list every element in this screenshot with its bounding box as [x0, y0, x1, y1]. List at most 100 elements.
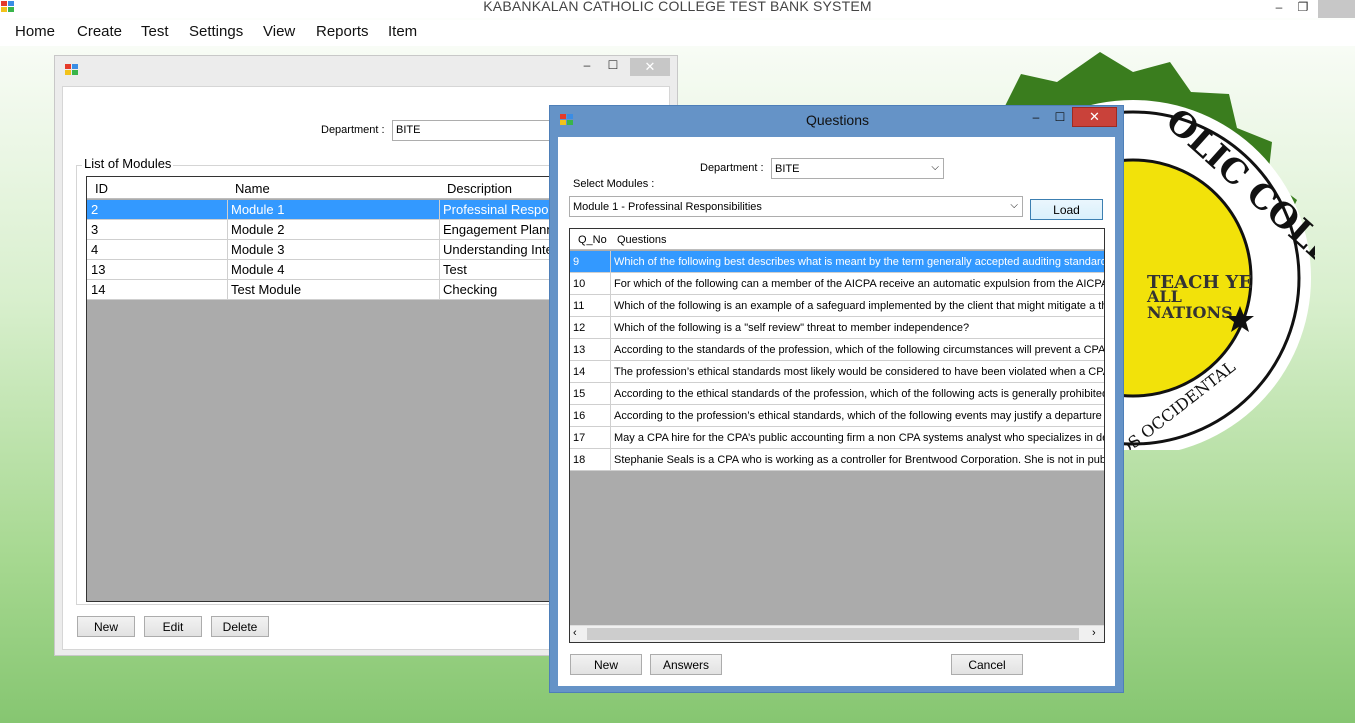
table-cell: 13 — [91, 262, 106, 277]
questions-grid[interactable]: Q_No Questions 9 Which of the following b… — [569, 228, 1105, 643]
chevron-down-icon: ⌵ — [1010, 200, 1018, 211]
column-divider — [439, 200, 440, 220]
column-divider — [610, 295, 611, 317]
app-title: KABANKALAN CATHOLIC COLLEGE TEST BANK SY… — [483, 0, 872, 14]
column-divider — [227, 200, 228, 220]
table-cell: Test Module — [231, 282, 302, 297]
menu-test[interactable]: Test — [141, 23, 169, 40]
column-divider — [439, 260, 440, 280]
scroll-left-icon[interactable]: ‹ — [573, 627, 577, 639]
load-button[interactable]: Load — [1030, 199, 1103, 220]
table-cell: According to the standards of the profes… — [614, 344, 1104, 356]
table-cell: Module 4 — [231, 262, 285, 277]
department-select[interactable]: BITE ⌵ — [771, 158, 944, 179]
maximize-icon[interactable]: ☐ — [605, 58, 621, 74]
delete-button[interactable]: Delete — [211, 616, 269, 637]
table-row[interactable]: 13 Module 4 Test — [87, 260, 605, 280]
group-title: List of Modules — [82, 156, 174, 171]
table-row[interactable]: 2 Module 1 Professinal Responsibilities — [87, 200, 605, 220]
column-divider — [439, 280, 440, 300]
table-row[interactable]: 17 May a CPA hire for the CPA’s public ac… — [570, 427, 1104, 449]
maximize-icon[interactable]: ☐ — [1052, 110, 1068, 126]
column-divider — [610, 449, 611, 471]
column-divider — [439, 220, 440, 240]
select-modules-label: Select Modules : — [573, 178, 655, 190]
new-button[interactable]: New — [77, 616, 135, 637]
column-divider — [227, 240, 228, 260]
menu-settings[interactable]: Settings — [189, 23, 243, 40]
minimize-icon[interactable]: ‒ — [1270, 0, 1288, 16]
minimize-icon[interactable]: ‒ — [579, 58, 595, 74]
menu-reports[interactable]: Reports — [316, 23, 369, 40]
table-cell: Which of the following is an example of … — [614, 300, 1104, 312]
table-row[interactable]: 15 According to the ethical standards of … — [570, 383, 1104, 405]
column-header-name[interactable]: Name — [235, 181, 270, 196]
table-cell: According to the profession’s ethical st… — [614, 410, 1104, 422]
table-row[interactable]: 3 Module 2 Engagement Planning — [87, 220, 605, 240]
app-close-button[interactable] — [1318, 0, 1355, 18]
table-cell: The profession’s ethical standards most … — [614, 366, 1104, 378]
table-cell: Which of the following best describes wh… — [614, 256, 1104, 268]
menu-bar: Home Create Test Settings View Reports I… — [0, 20, 1355, 46]
table-row[interactable]: 13 According to the standards of the prof… — [570, 339, 1104, 361]
column-divider — [610, 273, 611, 295]
column-divider — [227, 220, 228, 240]
table-row[interactable]: 18 Stephanie Seals is a CPA who is workin… — [570, 449, 1104, 471]
table-row[interactable]: 16 According to the profession’s ethical … — [570, 405, 1104, 427]
table-row[interactable]: 14 Test Module Checking — [87, 280, 605, 300]
column-divider — [227, 280, 228, 300]
department-label: Department : — [700, 162, 764, 174]
maximize-icon[interactable]: ❐ — [1294, 0, 1312, 16]
table-cell: 12 — [573, 322, 586, 334]
table-cell: Module 3 — [231, 242, 285, 257]
column-divider — [227, 260, 228, 280]
table-row[interactable]: 11 Which of the following is an example o… — [570, 295, 1104, 317]
table-cell: 9 — [573, 256, 580, 268]
table-cell: 13 — [573, 344, 586, 356]
table-cell: May a CPA hire for the CPA’s public acco… — [614, 432, 1104, 444]
table-cell: According to the ethical standards of th… — [614, 388, 1104, 400]
column-header-id[interactable]: ID — [95, 181, 108, 196]
table-row[interactable]: 12 Which of the following is a "self revi… — [570, 317, 1104, 339]
menu-create[interactable]: Create — [77, 23, 122, 40]
column-divider — [610, 339, 611, 361]
column-divider — [610, 361, 611, 383]
table-cell: 17 — [573, 432, 586, 444]
cancel-button[interactable]: Cancel — [951, 654, 1023, 675]
answers-button[interactable]: Answers — [650, 654, 722, 675]
column-header-questions[interactable]: Questions — [617, 234, 667, 246]
column-divider — [610, 383, 611, 405]
close-button[interactable]: ✕ — [1072, 107, 1117, 127]
scrollbar-thumb[interactable] — [587, 628, 1079, 640]
scroll-right-icon[interactable]: › — [1092, 627, 1096, 639]
minimize-icon[interactable]: ‒ — [1028, 110, 1044, 126]
menu-home[interactable]: Home — [15, 23, 55, 40]
table-cell: 14 — [573, 366, 586, 378]
table-row[interactable]: 14 The profession’s ethical standards mos… — [570, 361, 1104, 383]
modules-grid[interactable]: ID Name Description 2 Module 1 Professinal… — [86, 176, 606, 602]
table-cell: Stephanie Seals is a CPA who is working … — [614, 454, 1104, 466]
table-cell: 11 — [573, 300, 585, 312]
new-button[interactable]: New — [570, 654, 642, 675]
table-row[interactable]: 9 Which of the following best describes w… — [570, 251, 1104, 273]
table-cell: 2 — [91, 202, 99, 217]
edit-button[interactable]: Edit — [144, 616, 202, 637]
menu-view[interactable]: View — [263, 23, 295, 40]
table-row[interactable]: 10 For which of the following can a membe… — [570, 273, 1104, 295]
table-row[interactable]: 4 Module 3 Understanding Internal Control — [87, 240, 605, 260]
grid-header: ID Name Description — [87, 177, 605, 199]
horizontal-scrollbar[interactable]: ‹ › — [570, 625, 1104, 642]
table-cell: 3 — [91, 222, 99, 237]
table-cell: 14 — [91, 282, 106, 297]
column-divider — [610, 317, 611, 339]
close-button[interactable]: ✕ — [630, 58, 670, 76]
table-cell: For which of the following can a member … — [614, 278, 1104, 290]
chevron-down-icon: ⌵ — [931, 162, 939, 173]
module-select[interactable]: Module 1 - Professinal Responsibilities … — [569, 196, 1023, 217]
column-header-description[interactable]: Description — [447, 181, 512, 196]
table-cell: 4 — [91, 242, 99, 257]
grid-header: Q_No Questions — [570, 229, 1104, 250]
table-cell: Module 1 — [231, 202, 285, 217]
menu-item[interactable]: Item — [388, 23, 417, 40]
column-header-qno[interactable]: Q_No — [578, 234, 607, 246]
